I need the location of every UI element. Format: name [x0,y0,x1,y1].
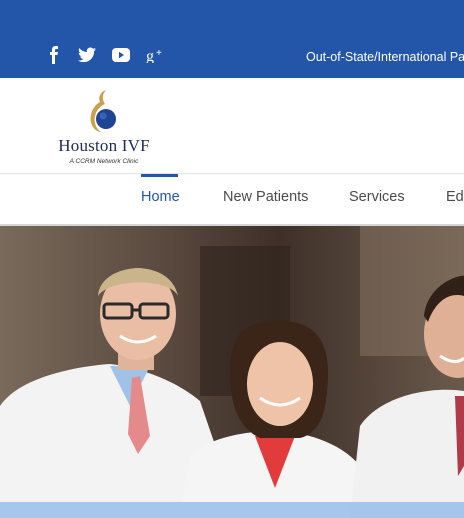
google-plus-icon[interactable]: g + [146,47,164,68]
logo-name: Houston IVF [58,136,150,155]
nav-item-education[interactable]: Edu [446,189,464,205]
svg-text:g: g [146,48,154,63]
houston-ivf-logo[interactable]: Houston IVF A CCRM Network Clinic [48,86,160,170]
nav-item-home[interactable]: Home [141,189,180,205]
hero-caption-band [0,502,464,518]
logo-tagline: A CCRM Network Clinic [69,158,139,165]
facebook-icon[interactable] [46,46,62,69]
social-links: g + [46,46,180,69]
physicians-photo [0,226,464,518]
logo-mark-icon [90,90,116,132]
nav-item-new-patients[interactable]: New Patients [223,189,308,205]
out-of-state-link[interactable]: Out-of-State/International Pati [306,50,464,64]
main-nav: Home New Patients Services Edu [0,174,464,226]
site-header: Houston IVF A CCRM Network Clinic [0,78,464,174]
nav-item-services[interactable]: Services [349,189,405,205]
active-indicator [141,174,178,177]
twitter-icon[interactable] [78,47,96,68]
youtube-icon[interactable] [112,48,130,67]
hero-image [0,226,464,518]
svg-text:+: + [156,48,162,59]
top-bar: g + Out-of-State/International Pati [0,0,464,78]
